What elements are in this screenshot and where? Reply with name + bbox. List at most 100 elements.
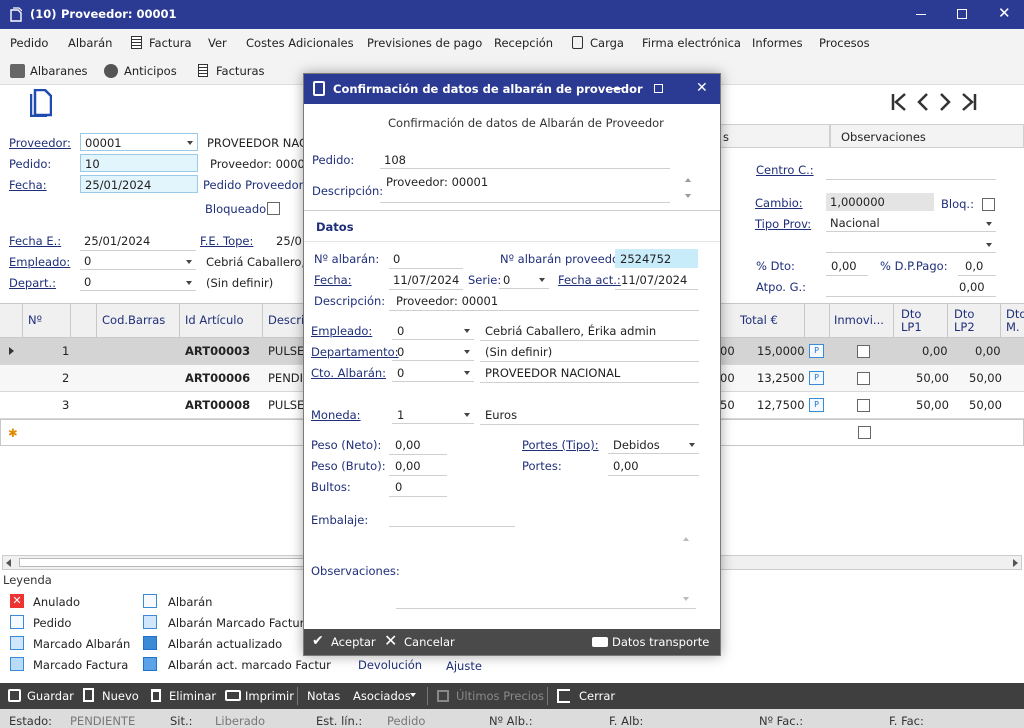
- minimize-button[interactable]: [914, 6, 928, 20]
- dpp-value[interactable]: 0,0: [965, 259, 983, 273]
- col-numero[interactable]: Nº: [28, 313, 42, 327]
- scroll-left-icon[interactable]: [6, 559, 11, 567]
- menu-procesos[interactable]: Procesos: [819, 36, 870, 50]
- col-dto-lp1[interactable]: Dto LP1: [901, 308, 931, 334]
- estado-value: PENDIENTE: [70, 714, 136, 728]
- dialog-close-button[interactable]: ✕: [696, 80, 708, 96]
- nuevo-button[interactable]: Nuevo: [102, 689, 139, 703]
- m-empleado-select[interactable]: 0: [392, 321, 474, 340]
- m-fecha-act-value[interactable]: 11/07/2024: [621, 273, 687, 287]
- embalaje-scroll-icon[interactable]: [683, 537, 689, 541]
- tab-observaciones[interactable]: Observaciones: [830, 124, 1024, 148]
- pedido-field[interactable]: 10: [80, 154, 198, 172]
- extra-select[interactable]: [826, 235, 996, 253]
- ultimos-precios-button[interactable]: Últimos Precios: [456, 689, 544, 703]
- m-peso-neto-value[interactable]: 0,00: [395, 438, 421, 452]
- atpo-value[interactable]: 0,00: [959, 280, 985, 294]
- inmovi-checkbox[interactable]: [857, 345, 870, 358]
- m-departamento-select[interactable]: 0: [392, 342, 474, 361]
- menu-ver[interactable]: Ver: [208, 36, 227, 50]
- m-nalbaran-value[interactable]: 0: [393, 252, 400, 266]
- m-portes-tipo-select[interactable]: Debidos: [608, 435, 699, 454]
- m-portes-value[interactable]: 0,00: [613, 459, 639, 473]
- close-window-button[interactable]: ✕: [998, 4, 1011, 22]
- menu-pedido[interactable]: Pedido: [10, 36, 48, 50]
- cancelar-button[interactable]: Cancelar: [404, 635, 455, 649]
- m-serie-select[interactable]: 0: [499, 270, 549, 289]
- maximize-button[interactable]: [957, 9, 967, 19]
- albaranes-button[interactable]: Albaranes: [30, 64, 88, 78]
- depart-select[interactable]: 0: [80, 273, 196, 291]
- menu-informes[interactable]: Informes: [752, 36, 803, 50]
- fe-tope-value[interactable]: 25/0: [276, 234, 302, 248]
- bloqueado-checkbox[interactable]: [267, 202, 280, 215]
- observaciones-scroll-icon[interactable]: [683, 597, 689, 601]
- m-peso-neto-label: Peso (Neto):: [311, 438, 382, 452]
- inmovi-checkbox[interactable]: [857, 399, 870, 412]
- menu-carga[interactable]: Carga: [590, 36, 624, 50]
- dto-value[interactable]: 0,00: [831, 259, 857, 273]
- pedido-info: Proveedor: 0000: [210, 157, 305, 171]
- facturas-button[interactable]: Facturas: [216, 64, 265, 78]
- menu-bar: Pedido Albarán Factura Ver Costes Adicio…: [0, 29, 1024, 57]
- m-descripcion2-value[interactable]: Proveedor: 00001: [396, 294, 498, 308]
- next-record-icon[interactable]: [938, 92, 952, 112]
- menu-recepcion[interactable]: Recepción: [494, 36, 553, 50]
- menu-previsiones-de-pago[interactable]: Previsiones de pago: [367, 36, 482, 50]
- datos-transporte-button[interactable]: Datos transporte: [612, 635, 709, 649]
- m-bultos-value[interactable]: 0: [395, 480, 402, 494]
- m-descripcion-value[interactable]: Proveedor: 00001: [386, 175, 488, 189]
- m-moneda-name: Euros: [485, 408, 518, 422]
- menu-costes-adicionales[interactable]: Costes Adicionales: [246, 36, 354, 50]
- fecha-e-value[interactable]: 25/01/2024: [84, 234, 150, 248]
- col-cod-barras[interactable]: Cod.Barras: [102, 313, 165, 327]
- previous-record-icon[interactable]: [916, 92, 930, 112]
- albaran-marcado-factura-icon: [143, 615, 157, 629]
- first-record-icon[interactable]: [890, 92, 908, 112]
- empleado-select[interactable]: 0: [80, 252, 196, 270]
- menu-factura[interactable]: Factura: [149, 36, 192, 50]
- inmovi-checkbox[interactable]: [858, 426, 871, 439]
- eliminar-button[interactable]: Eliminar: [169, 689, 216, 703]
- imprimir-button[interactable]: Imprimir: [245, 689, 294, 703]
- m-observaciones-field[interactable]: [396, 575, 696, 609]
- proveedor-select[interactable]: 00001: [80, 133, 198, 151]
- m-moneda-select[interactable]: 1: [392, 405, 474, 424]
- m-cto-albaran-select[interactable]: 0: [392, 363, 474, 382]
- menu-albaran[interactable]: Albarán: [68, 36, 112, 50]
- cambio-field[interactable]: 1,000000: [826, 193, 934, 211]
- scroll-right-icon[interactable]: [1013, 559, 1018, 567]
- fecha-field[interactable]: 25/01/2024: [80, 175, 198, 193]
- notas-button[interactable]: Notas: [307, 689, 340, 703]
- m-peso-bruto-value[interactable]: 0,00: [395, 459, 421, 473]
- guardar-button[interactable]: Guardar: [27, 689, 74, 703]
- inmovi-checkbox[interactable]: [857, 372, 870, 385]
- cerrar-button[interactable]: Cerrar: [579, 689, 615, 703]
- col-total[interactable]: Total €: [740, 313, 778, 327]
- col-dto-lp2[interactable]: Dto LP2: [954, 308, 984, 334]
- bloq-checkbox[interactable]: [982, 198, 995, 211]
- tipo-prov-select[interactable]: Nacional: [826, 214, 996, 232]
- exit-icon: [557, 689, 570, 703]
- last-record-icon[interactable]: [960, 92, 978, 112]
- m-nalbaran-proveedor-field[interactable]: 2524752: [615, 249, 698, 268]
- albaran-legend-icon: [143, 594, 157, 608]
- m-pedido-value[interactable]: 108: [384, 153, 406, 167]
- scroll-down-icon[interactable]: [685, 194, 691, 198]
- m-fecha-value[interactable]: 11/07/2024: [393, 273, 459, 287]
- col-dto-m[interactable]: Dto M.: [1006, 308, 1024, 334]
- col-inmovi[interactable]: Inmovi...: [834, 313, 884, 327]
- dialog-maximize-button[interactable]: [654, 84, 663, 93]
- bloqueado-label: Bloqueado:: [205, 202, 271, 216]
- menu-firma-electronica[interactable]: Firma electrónica: [642, 36, 741, 50]
- scrollbar-thumb[interactable]: [19, 558, 309, 567]
- asociados-button[interactable]: Asociados: [353, 689, 411, 703]
- dialog-minimize-button[interactable]: [612, 88, 622, 89]
- legend-anulado: Anulado: [33, 595, 81, 609]
- col-id-articulo[interactable]: Id Artículo: [185, 313, 244, 327]
- aceptar-button[interactable]: Aceptar: [331, 635, 376, 649]
- anticipos-button[interactable]: Anticipos: [124, 64, 177, 78]
- scroll-up-icon[interactable]: [685, 178, 691, 182]
- depart-label: Depart.:: [9, 276, 57, 290]
- tab-general[interactable]: s: [720, 124, 830, 148]
